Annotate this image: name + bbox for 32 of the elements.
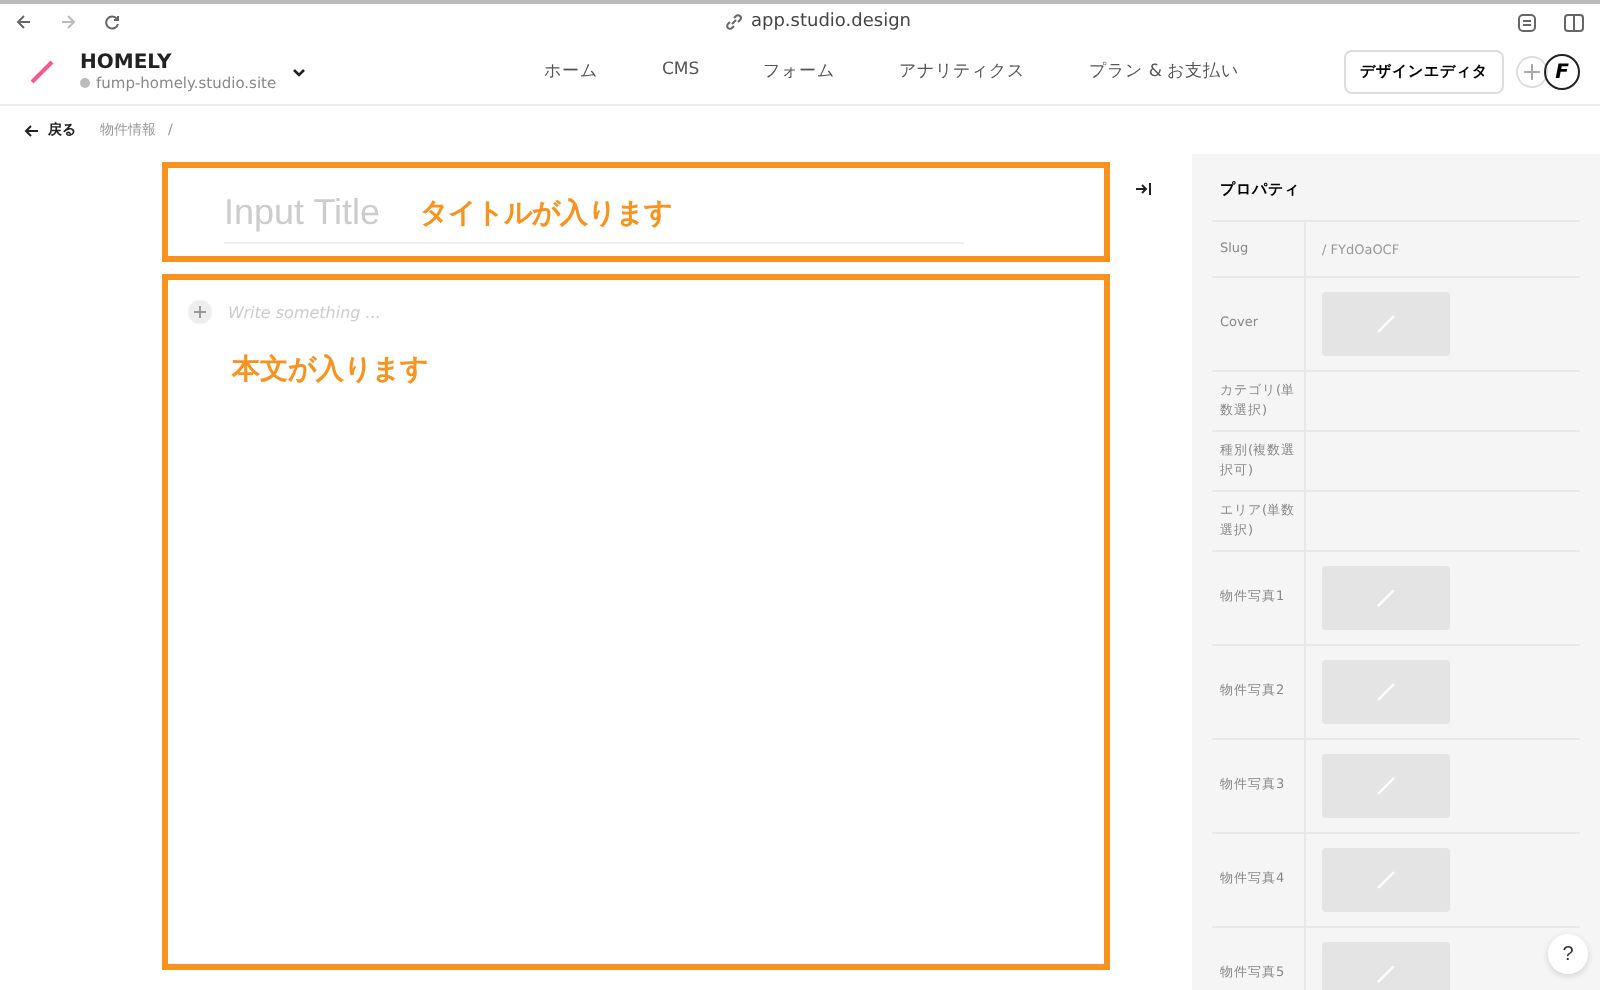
annotation-text: タイトルが入ります: [420, 195, 673, 231]
image-placeholder-icon: [1376, 682, 1396, 702]
image-placeholder-icon: [1376, 776, 1396, 796]
sidebar-icon[interactable]: [1564, 13, 1584, 31]
nav-link[interactable]: フォーム: [763, 60, 836, 84]
image-placeholder-icon: [1376, 870, 1396, 890]
back-arrow-icon: [24, 123, 40, 137]
image-placeholder-icon: [1376, 964, 1396, 984]
nav-link[interactable]: アナリティクス: [899, 60, 1026, 84]
user-avatar[interactable]: F: [1544, 54, 1580, 90]
annotation-text: 本文が入ります: [232, 352, 430, 388]
plus-icon: [1524, 64, 1540, 80]
add-button[interactable]: [1516, 56, 1548, 88]
reader-icon[interactable]: [1518, 13, 1536, 31]
image-placeholder-icon: [1376, 588, 1396, 608]
reload-icon[interactable]: [104, 14, 120, 30]
plus-icon: [194, 306, 206, 318]
back-arrow-icon[interactable]: [16, 14, 32, 30]
nav-link[interactable]: CMS: [662, 60, 700, 84]
url-text[interactable]: app.studio.design: [750, 12, 911, 32]
project-name: HOMELY: [80, 52, 174, 74]
nav-link[interactable]: プラン & お支払い: [1089, 60, 1240, 84]
chevron-down-icon[interactable]: [292, 67, 307, 77]
add-block-button[interactable]: [188, 300, 212, 324]
link-icon: [726, 14, 743, 30]
help-button[interactable]: ?: [1548, 934, 1588, 974]
image-placeholder-icon: [1376, 314, 1396, 334]
nav-link[interactable]: ホーム: [544, 60, 598, 84]
forward-arrow-icon[interactable]: [60, 14, 76, 30]
logo-icon: [28, 58, 56, 86]
status-dot-icon: [80, 78, 90, 88]
collapse-panel-icon[interactable]: [1136, 182, 1152, 196]
